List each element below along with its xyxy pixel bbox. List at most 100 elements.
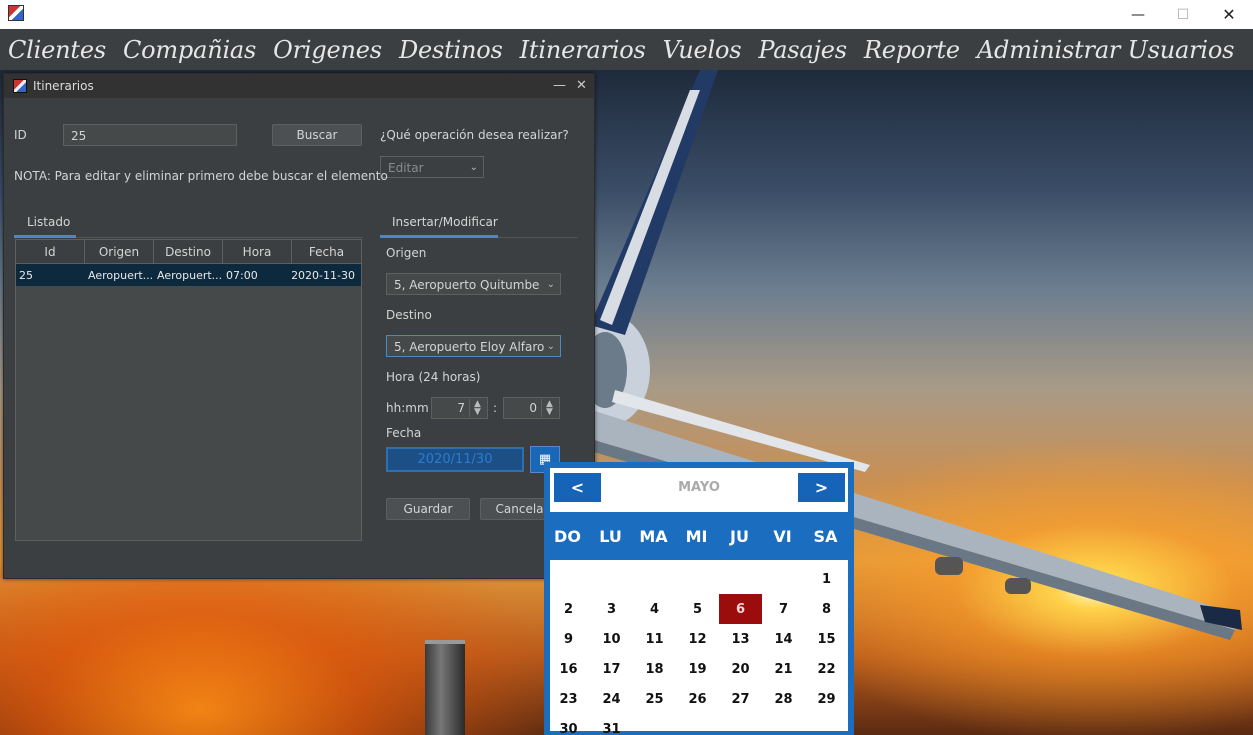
menu-itinerarios[interactable]: Itinerarios — [520, 36, 646, 64]
itinerarios-title-bar: Itinerarios — ✕ — [4, 74, 594, 98]
calendar-day[interactable]: 19 — [676, 654, 719, 684]
buscar-button[interactable]: Buscar — [272, 124, 362, 146]
next-month-button[interactable]: > — [798, 473, 845, 502]
note-text: NOTA: Para editar y eliminar primero deb… — [14, 169, 388, 183]
java-window-icon — [13, 79, 27, 93]
minute-value: 0 — [529, 401, 537, 415]
menu-pasajes[interactable]: Pasajes — [758, 36, 847, 64]
time-colon: : — [493, 401, 498, 415]
calendar-day[interactable]: 31 — [590, 714, 633, 735]
calendar-day[interactable]: 14 — [762, 624, 805, 654]
column-header-fecha[interactable]: Fecha — [292, 240, 361, 263]
calendar-day[interactable]: 24 — [590, 684, 633, 714]
calendar-day[interactable]: 16 — [547, 654, 590, 684]
weekday-header: DO LU MA MI JU VI SA — [546, 512, 852, 560]
table-row[interactable]: 25 Aeropuert... Aeropuert... 07:00 2020-… — [16, 264, 361, 286]
calendar-day[interactable]: 26 — [676, 684, 719, 714]
menu-vuelos[interactable]: Vuelos — [663, 36, 742, 64]
calendar-day[interactable]: 25 — [633, 684, 676, 714]
cell-id: 25 — [19, 268, 33, 282]
itinerarios-window: Itinerarios — ✕ ID 25 Buscar ¿Qué operac… — [3, 73, 595, 579]
menu-destinos[interactable]: Destinos — [399, 36, 503, 64]
tab-listado[interactable]: Listado — [27, 215, 70, 229]
maximize-button[interactable]: ☐ — [1160, 0, 1206, 29]
calendar-day[interactable]: 12 — [676, 624, 719, 654]
frame-minimize-button[interactable]: — — [553, 78, 566, 93]
menu-reporte[interactable]: Reporte — [864, 36, 960, 64]
calendar-day[interactable]: 18 — [633, 654, 676, 684]
frame-close-button[interactable]: ✕ — [576, 78, 587, 93]
close-button[interactable]: ✕ — [1206, 0, 1252, 29]
menu-administrar-usuarios[interactable]: Administrar Usuarios — [977, 36, 1235, 64]
calendar-day[interactable]: 13 — [719, 624, 762, 654]
java-app-icon — [8, 5, 24, 21]
date-field[interactable]: 2020/11/30 — [386, 447, 524, 472]
operation-label: ¿Qué operación desea realizar? — [380, 128, 569, 142]
weekday-label: MA — [639, 526, 668, 546]
date-picker-popup: MAYO < > DO LU MA MI JU VI SA 1234567891… — [544, 462, 854, 735]
column-header-hora[interactable]: Hora — [223, 240, 292, 263]
cell-origen: Aeropuert... — [88, 268, 154, 282]
os-title-bar: — ☐ ✕ — [0, 0, 1253, 29]
destino-select[interactable]: 5, Aeropuerto Eloy Alfaro ⌄ — [386, 335, 561, 357]
calendar-day[interactable]: 8 — [805, 594, 848, 624]
tab-listado-indicator — [14, 235, 76, 238]
weekday-label: DO — [554, 526, 581, 546]
origen-select[interactable]: 5, Aeropuerto Quitumbe ⌄ — [386, 273, 561, 295]
time-format-label: hh:mm — [386, 401, 429, 415]
column-header-id[interactable]: Id — [16, 240, 85, 263]
calendar-day[interactable]: 10 — [590, 624, 633, 654]
column-header-origen[interactable]: Origen — [85, 240, 154, 263]
operation-select[interactable]: Editar ⌄ — [380, 156, 484, 178]
calendar-day[interactable]: 2 — [547, 594, 590, 624]
destino-value: 5, Aeropuerto Eloy Alfaro — [394, 340, 545, 354]
fecha-label: Fecha — [386, 426, 422, 440]
menu-bar: Clientes Compañias Origenes Destinos Iti… — [0, 29, 1253, 70]
calendar-day[interactable]: 29 — [805, 684, 848, 714]
calendar-day[interactable]: 23 — [547, 684, 590, 714]
id-input[interactable]: 25 — [63, 124, 237, 146]
origen-label: Origen — [386, 246, 427, 260]
calendar-day[interactable]: 27 — [719, 684, 762, 714]
calendar-day[interactable]: 3 — [590, 594, 633, 624]
tab-insertar-modificar[interactable]: Insertar/Modificar — [392, 215, 498, 229]
calendar-day[interactable]: 20 — [719, 654, 762, 684]
calendar-day[interactable]: 1 — [805, 564, 848, 594]
weekday-label: JU — [730, 526, 749, 546]
calendar-header: MAYO < > — [550, 468, 848, 508]
cell-hora: 07:00 — [226, 268, 258, 282]
calendar-day[interactable]: 5 — [676, 594, 719, 624]
calendar-day-selected[interactable]: 6 — [719, 594, 762, 624]
calendar-day[interactable]: 15 — [805, 624, 848, 654]
calendar-day[interactable]: 22 — [805, 654, 848, 684]
calendar-day[interactable]: 28 — [762, 684, 805, 714]
calendar-day[interactable]: 11 — [633, 624, 676, 654]
calendar-day[interactable]: 17 — [590, 654, 633, 684]
tab-separator — [76, 237, 363, 238]
itinerary-table[interactable]: Id Origen Destino Hora Fecha 25 Aeropuer… — [15, 239, 362, 541]
column-header-destino[interactable]: Destino — [154, 240, 223, 263]
window-title: Itinerarios — [33, 79, 94, 93]
hour-spinner[interactable]: 7 ▲ ▼ — [431, 397, 488, 419]
cell-destino: Aeropuert... — [157, 268, 223, 282]
minute-spinner[interactable]: 0 ▲ ▼ — [503, 397, 560, 419]
calendar-day[interactable]: 4 — [633, 594, 676, 624]
minimize-button[interactable]: — — [1115, 0, 1161, 29]
weekday-label: LU — [599, 526, 622, 546]
guardar-button[interactable]: Guardar — [386, 498, 470, 520]
table-header: Id Origen Destino Hora Fecha — [16, 240, 361, 264]
menu-origenes[interactable]: Origenes — [273, 36, 382, 64]
calendar-day[interactable]: 7 — [762, 594, 805, 624]
prev-month-button[interactable]: < — [554, 473, 601, 502]
spinner-arrows-icon[interactable]: ▲ ▼ — [469, 399, 485, 417]
menu-companias[interactable]: Compañias — [123, 36, 256, 64]
spinner-arrows-icon[interactable]: ▲ ▼ — [541, 399, 557, 417]
origen-value: 5, Aeropuerto Quitumbe — [394, 278, 540, 292]
calendar-day[interactable]: 21 — [762, 654, 805, 684]
calendar-day[interactable]: 30 — [547, 714, 590, 735]
hora-label: Hora (24 horas) — [386, 370, 481, 384]
calendar-day[interactable]: 9 — [547, 624, 590, 654]
cell-fecha: 2020-11-30 — [292, 268, 355, 282]
menu-clientes[interactable]: Clientes — [8, 36, 106, 64]
hour-value: 7 — [457, 401, 465, 415]
